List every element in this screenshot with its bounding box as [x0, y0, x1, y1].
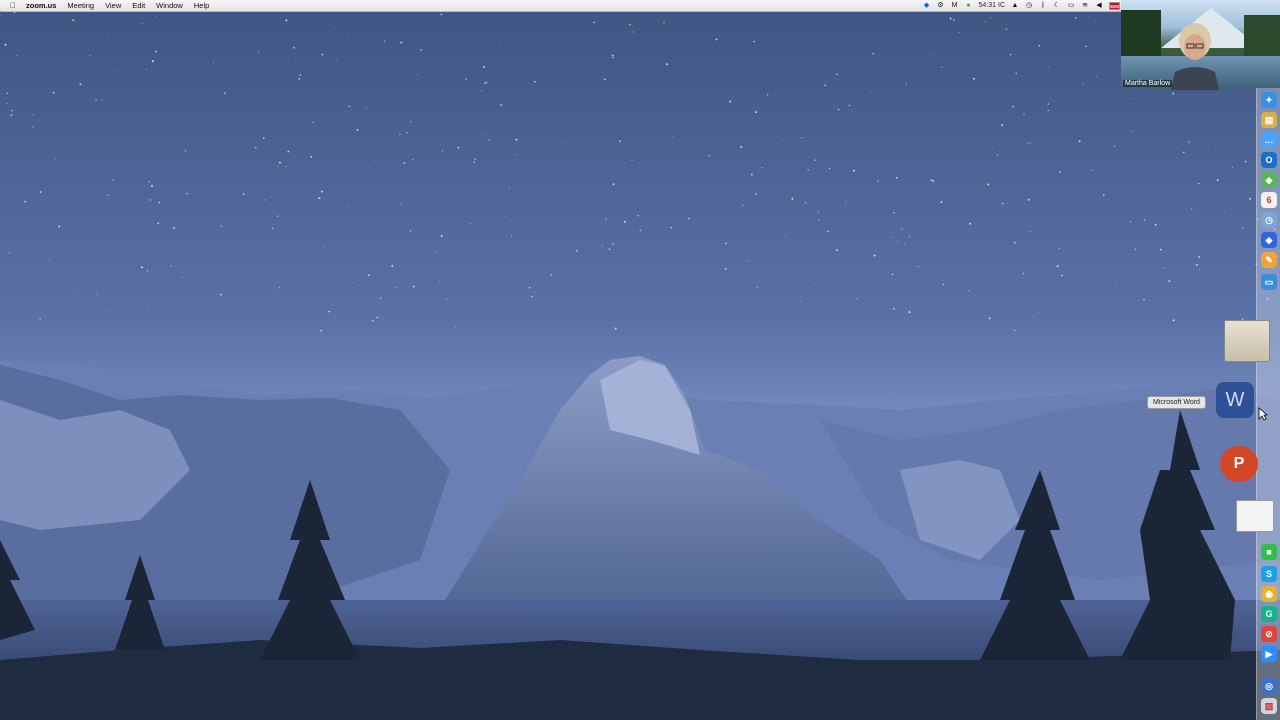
- menu-bar:  zoom.us Meeting View Edit Window Help …: [0, 0, 1280, 12]
- mouse-cursor-icon: [1258, 407, 1268, 421]
- word-letter: W: [1225, 388, 1245, 411]
- mail-icon[interactable]: M: [951, 2, 959, 10]
- browser-icon[interactable]: ◎: [1261, 678, 1277, 694]
- messages-icon[interactable]: …: [1261, 132, 1277, 148]
- battery-status-icon[interactable]: ●: [965, 2, 973, 10]
- shortcuts-icon[interactable]: ◆: [1261, 232, 1277, 248]
- blocker-icon[interactable]: ⊘: [1261, 626, 1277, 642]
- apple-logo-icon[interactable]: : [10, 0, 20, 11]
- microsoft-word-icon[interactable]: W: [1216, 382, 1254, 418]
- zoom-video-tile[interactable]: Martha Barlow: [1121, 0, 1280, 90]
- facetime-icon[interactable]: ■: [1261, 544, 1277, 560]
- clock-text[interactable]: 54:31 IC: [979, 2, 1005, 9]
- menu-edit[interactable]: Edit: [132, 0, 145, 11]
- preview-icon[interactable]: ▨: [1261, 698, 1277, 714]
- chrome-icon[interactable]: ◉: [1261, 586, 1277, 602]
- flag-icon[interactable]: [1109, 1, 1120, 10]
- pages-icon[interactable]: ✎: [1261, 252, 1277, 268]
- document-thumbnail[interactable]: [1236, 500, 1274, 532]
- keynote-icon[interactable]: ▭: [1261, 274, 1277, 290]
- powerpoint-icon[interactable]: P: [1220, 446, 1258, 482]
- participant-name: Martha Barlow: [1123, 80, 1173, 87]
- airplay-icon[interactable]: ▭: [1067, 2, 1075, 10]
- safari-icon[interactable]: ✦: [1261, 92, 1277, 108]
- powerpoint-letter: P: [1233, 455, 1245, 472]
- menu-help[interactable]: Help: [194, 0, 209, 11]
- dock: ✦ ▤ … O ◈ 6 ◷ ◆ ✎ ▭ ■ S ◉ G ⊘ ▶ ◎ ▨: [1256, 88, 1280, 720]
- photos-window-thumbnail[interactable]: [1224, 320, 1270, 362]
- desktop-wallpaper: [0, 0, 1280, 720]
- menu-view[interactable]: View: [105, 0, 121, 11]
- drive-icon[interactable]: ▲: [1011, 2, 1019, 10]
- maps-icon[interactable]: ◈: [1261, 172, 1277, 188]
- zoom-icon[interactable]: ▶: [1261, 646, 1277, 662]
- dock-tooltip: Microsoft Word: [1147, 396, 1206, 409]
- wifi-icon[interactable]: ≋: [1081, 2, 1089, 10]
- moon-icon[interactable]: ☾: [1053, 2, 1061, 10]
- bluetooth-icon[interactable]: ᛒ: [1039, 2, 1047, 10]
- calendar-icon[interactable]: 6: [1261, 192, 1277, 208]
- participant-video-image: [1171, 23, 1219, 90]
- clock-icon[interactable]: ◷: [1261, 212, 1277, 228]
- outlook-icon[interactable]: O: [1261, 152, 1277, 168]
- status-menu-area: ◆ ⚙ M ● 54:31 IC ▲ ◷ ᛒ ☾ ▭ ≋ ◀: [923, 0, 1120, 11]
- settings-icon[interactable]: ⚙: [937, 2, 945, 10]
- skype-icon[interactable]: S: [1261, 566, 1277, 582]
- menu-app-name[interactable]: zoom.us: [26, 0, 56, 11]
- notes-icon[interactable]: ▤: [1261, 112, 1277, 128]
- menu-window[interactable]: Window: [156, 0, 183, 11]
- dropbox-icon[interactable]: ◆: [923, 2, 931, 10]
- volume-icon[interactable]: ◀: [1095, 2, 1103, 10]
- time-machine-icon[interactable]: ◷: [1025, 2, 1033, 10]
- menu-meeting[interactable]: Meeting: [67, 0, 94, 11]
- grammarly-icon[interactable]: G: [1261, 606, 1277, 622]
